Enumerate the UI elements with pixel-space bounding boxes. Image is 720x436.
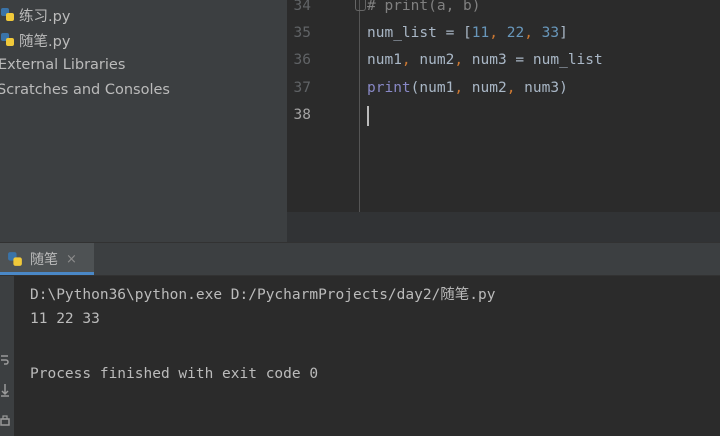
code-token: ) bbox=[559, 80, 568, 96]
code-token: = bbox=[436, 25, 464, 41]
console-line: Process finished with exit code 0 bbox=[30, 366, 319, 382]
run-toolwindow-header: 随笔 × bbox=[0, 242, 720, 276]
line-number: 37 bbox=[293, 80, 311, 96]
code-editor[interactable]: 34 35 36 37 38 # print(a, b) num_list = … bbox=[287, 0, 720, 242]
code-line-36: num1, num2, num3 = num_list bbox=[367, 52, 603, 68]
code-number: 22 bbox=[506, 25, 525, 41]
python-file-icon bbox=[1, 8, 14, 21]
code-builtin: print bbox=[367, 80, 411, 96]
code-line-35: num_list = [11, 22, 33] bbox=[367, 25, 568, 41]
line-number: 36 bbox=[293, 52, 311, 68]
code-token: num3 bbox=[471, 52, 507, 68]
code-comment: # print(a, b) bbox=[367, 0, 481, 14]
python-run-icon bbox=[8, 251, 22, 266]
code-token: [ bbox=[463, 25, 472, 41]
close-icon[interactable]: × bbox=[66, 252, 77, 267]
soft-wrap-icon[interactable] bbox=[0, 352, 10, 368]
code-number: 33 bbox=[541, 25, 560, 41]
project-tree-panel: 练习.py 随笔.py External Libraries Scratches… bbox=[0, 0, 287, 242]
code-token: = bbox=[506, 52, 533, 68]
code-comma: , bbox=[454, 80, 472, 96]
run-side-toolbar bbox=[0, 276, 14, 436]
gutter-divider bbox=[359, 0, 360, 212]
console-line: 11 22 33 bbox=[30, 311, 100, 327]
run-tab-suibi[interactable]: 随笔 × bbox=[0, 243, 94, 275]
line-number: 35 bbox=[293, 25, 311, 41]
tree-item-lianxi[interactable]: 练习.py bbox=[0, 3, 70, 27]
code-comma: , bbox=[454, 52, 472, 68]
code-comma: , bbox=[401, 52, 420, 68]
line-number-current: 38 bbox=[293, 107, 311, 123]
python-file-icon bbox=[1, 33, 14, 46]
tree-item-label: 随笔.py bbox=[19, 33, 71, 50]
code-token: num_list bbox=[367, 25, 437, 41]
tree-item-label: Scratches and Consoles bbox=[0, 82, 170, 98]
code-line-34: # print(a, b) bbox=[367, 0, 481, 14]
code-token: num_list bbox=[532, 52, 603, 68]
code-number: 11 bbox=[471, 25, 490, 41]
tree-item-label: External Libraries bbox=[0, 57, 126, 73]
code-token: num1 bbox=[419, 80, 455, 96]
scroll-to-end-icon[interactable] bbox=[0, 382, 10, 398]
code-token: num2 bbox=[471, 80, 507, 96]
tree-item-suibi[interactable]: 随笔.py bbox=[0, 28, 70, 52]
editor-scroll-area bbox=[287, 212, 720, 242]
text-caret bbox=[367, 106, 369, 126]
run-tab-label: 随笔 bbox=[30, 252, 58, 268]
code-token: ] bbox=[559, 25, 568, 41]
code-comma: , bbox=[524, 25, 542, 41]
tree-item-scratches[interactable]: Scratches and Consoles bbox=[0, 78, 170, 102]
code-token: num3 bbox=[524, 80, 560, 96]
console-line: D:\Python36\python.exe D:/PycharmProject… bbox=[30, 287, 496, 303]
tree-item-external-libraries[interactable]: External Libraries bbox=[0, 53, 125, 77]
fold-marker-icon[interactable] bbox=[355, 0, 366, 11]
print-icon[interactable] bbox=[0, 414, 10, 430]
tree-item-label: 练习.py bbox=[19, 8, 71, 25]
code-token: num2 bbox=[419, 52, 455, 68]
code-token: num1 bbox=[367, 52, 402, 68]
code-comma: , bbox=[489, 25, 507, 41]
code-line-37: print(num1, num2, num3) bbox=[367, 80, 568, 96]
active-tab-indicator bbox=[0, 272, 94, 275]
run-console-output[interactable]: D:\Python36\python.exe D:/PycharmProject… bbox=[14, 276, 720, 436]
code-comma: , bbox=[506, 80, 525, 96]
line-number: 34 bbox=[293, 0, 311, 14]
